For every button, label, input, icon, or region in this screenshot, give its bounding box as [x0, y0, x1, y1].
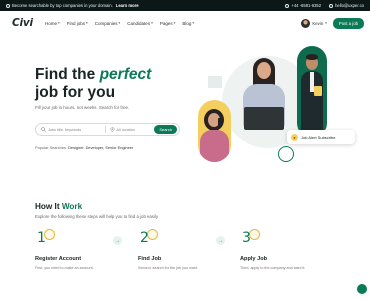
arrow-right-icon: → — [113, 236, 122, 245]
chevron-down-icon: ▾ — [192, 21, 195, 25]
main-nav: Home ▾ Find jobs ▾ Companies ▾ Candidates ▾ … — [45, 21, 194, 26]
laptop-image — [244, 107, 284, 130]
hero-title: Find the perfect job for you — [35, 66, 185, 102]
nav-candidates-label: Candidates — [127, 20, 151, 26]
email-contact[interactable]: hello@uxper.co — [329, 3, 364, 8]
location-select[interactable]: All location — [117, 128, 135, 132]
user-menu[interactable]: Kevin ▾ — [301, 18, 327, 28]
popular-label: Popular Searches: — [35, 145, 68, 150]
user-name: Kevin — [312, 20, 324, 26]
hero-title-part2: job for you — [35, 84, 116, 101]
job-alert-card[interactable]: ● Job Alert Subscribe — [287, 130, 355, 144]
email-text: hello@uxper.co — [335, 3, 364, 8]
job-search-bar: Jobs title, keywords All location Search — [35, 123, 180, 136]
arrow-right-icon: → — [216, 236, 225, 245]
hero-photo-man — [297, 46, 327, 138]
phone-contact[interactable]: +44 -6581-6352 — [285, 3, 321, 8]
hero-title-highlight: perfect — [99, 66, 152, 83]
chevron-down-icon: ▾ — [173, 21, 176, 25]
nav-find-jobs-label: Find jobs — [66, 20, 85, 26]
chevron-down-icon: ▾ — [118, 21, 121, 25]
hero-photo-woman-phone — [198, 100, 231, 162]
popular-searches: Popular Searches: Designer, Developer, S… — [35, 145, 133, 150]
search-icon — [41, 127, 46, 132]
chevron-down-icon: ▾ — [325, 21, 327, 25]
step-3-number: 3 — [242, 230, 251, 246]
phone-text: +44 -6581-6352 — [291, 3, 322, 8]
nav-home-label: Home — [44, 20, 57, 26]
nav-companies[interactable]: Companies ▾ — [95, 21, 121, 26]
learn-more-link[interactable]: Learn more — [116, 3, 139, 8]
how-it-works-title: How It Work — [35, 202, 82, 211]
avatar — [301, 18, 311, 28]
phone-icon — [285, 3, 290, 8]
hiw-title-part1: How It — [35, 202, 62, 211]
ring-decoration — [278, 146, 294, 162]
chevron-down-icon: ▾ — [151, 21, 153, 25]
keywords-field[interactable]: Jobs title, keywords — [41, 127, 105, 132]
step-2-description: Second, search for the job you want. — [138, 266, 198, 270]
post-job-button[interactable]: Post a job — [332, 17, 364, 29]
step-1-number: 1 — [37, 230, 46, 246]
nav-find-jobs[interactable]: Find jobs ▾ — [67, 21, 88, 26]
top-announcement-bar: Become searchable by top companies in yo… — [0, 0, 370, 11]
nav-pages[interactable]: Pages ▾ — [160, 21, 176, 26]
chevron-down-icon: ▾ — [86, 21, 88, 25]
nav-companies-label: Companies — [94, 20, 118, 26]
location-field[interactable]: All location — [110, 127, 154, 132]
nav-candidates[interactable]: Candidates ▾ — [127, 21, 153, 26]
search-button[interactable]: Search — [154, 125, 177, 134]
site-header: Civi Home ▾ Find jobs ▾ Companies ▾ Candida… — [0, 11, 370, 35]
chat-bubble-icon[interactable] — [357, 284, 367, 294]
chevron-down-icon: ▾ — [57, 21, 60, 25]
step-3-title: Apply Job — [240, 256, 268, 262]
hero-photo-woman-laptop — [238, 58, 290, 148]
keywords-input[interactable]: Jobs title, keywords — [48, 128, 81, 132]
step-1-title: Register Account — [35, 256, 82, 262]
logo-text: Civi — [12, 17, 33, 29]
step-3-description: Third, apply to the company and want it. — [240, 266, 306, 270]
hero-subtitle: Fill your job in hours, not weeks. Searc… — [35, 105, 130, 110]
step-2-title: Find Job — [138, 256, 162, 262]
location-pin-icon — [110, 127, 115, 132]
dot-pattern-decoration — [208, 76, 222, 88]
job-alert-label: Job Alert Subscribe — [301, 134, 336, 140]
hero-title-part1: Find the — [35, 66, 100, 83]
mail-icon — [329, 3, 334, 8]
nav-pages-label: Pages — [159, 20, 173, 26]
nav-blog-label: Blog — [182, 20, 192, 26]
hiw-title-highlight: Work — [61, 202, 83, 211]
step-2-number: 2 — [140, 230, 149, 246]
info-icon — [6, 3, 10, 8]
how-it-works-subtitle: Explore the following these steps will h… — [35, 214, 159, 219]
bell-icon: ● — [291, 133, 298, 141]
search-divider — [105, 126, 106, 133]
step-1-description: First, you need to make an account. — [35, 266, 94, 270]
nav-blog[interactable]: Blog ▾ — [182, 21, 194, 26]
popular-terms[interactable]: Designer, Developer, Senior Engineer — [68, 145, 133, 150]
announcement-text: Become searchable by top companies in yo… — [12, 3, 113, 8]
nav-home[interactable]: Home ▾ — [45, 21, 60, 26]
site-logo[interactable]: Civi — [12, 17, 33, 29]
